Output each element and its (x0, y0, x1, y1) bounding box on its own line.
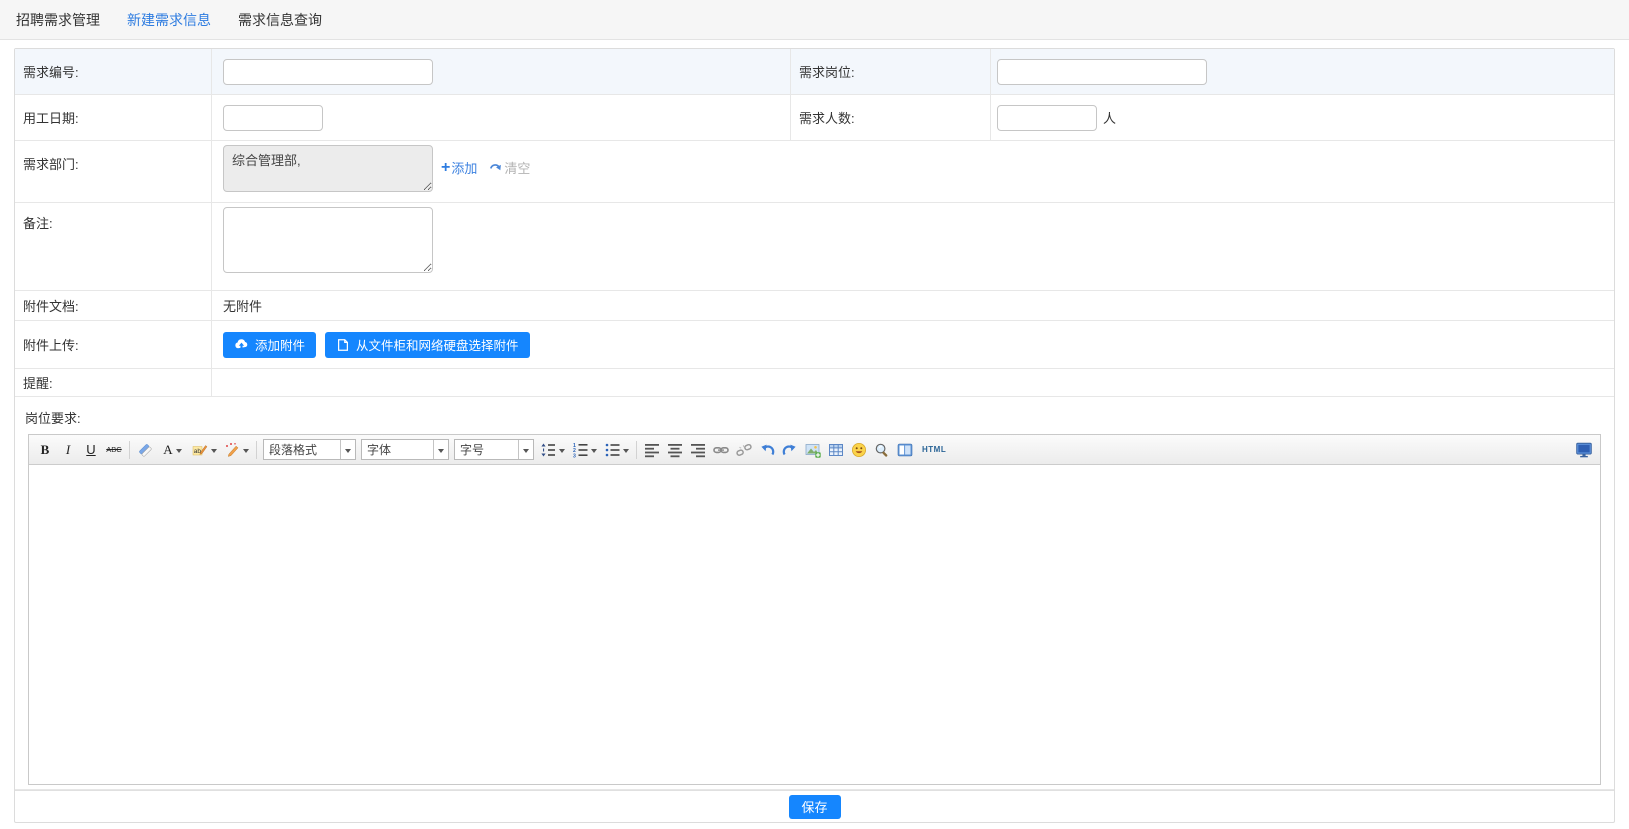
chevron-down-icon (433, 440, 448, 459)
undo-icon[interactable] (756, 439, 778, 461)
job-requirements-label: 岗位要求: (15, 397, 1614, 434)
clear-department-link[interactable]: 清空 (489, 158, 530, 177)
chevron-down-icon (559, 449, 565, 456)
remark-label: 备注: (15, 203, 211, 290)
attachment-docs-value: 无附件 (223, 296, 262, 315)
pick-attachment-button[interactable]: 从文件柜和网络硬盘选择附件 (325, 332, 530, 358)
department-textarea[interactable]: 综合管理部, (223, 145, 433, 192)
chevron-down-icon (340, 440, 355, 459)
job-requirements-section: 岗位要求: BIUABC Aab 段落格式 字体 字号 123 HTML (15, 397, 1614, 790)
chevron-down-icon (211, 449, 217, 456)
row-demand-no-post: 需求编号: 需求岗位: (15, 49, 1614, 95)
align-center-icon[interactable] (664, 439, 686, 461)
add-attachment-button[interactable]: 添加附件 (223, 332, 316, 358)
cloud-upload-icon (234, 337, 249, 352)
paragraph-format-select[interactable]: 段落格式 (263, 439, 356, 460)
toolbar-separator (256, 441, 257, 459)
reminder-value (211, 369, 1614, 396)
add-department-link[interactable]: + 添加 (441, 158, 477, 177)
toolbar-separator (636, 441, 637, 459)
font-size-select-value: 字号 (455, 441, 518, 458)
fullscreen-icon[interactable] (1573, 439, 1595, 461)
add-department-label: 添加 (451, 158, 477, 177)
headcount-input[interactable] (997, 105, 1097, 131)
tab-demand-info-query[interactable]: 需求信息查询 (238, 10, 322, 30)
line-height-icon[interactable] (537, 439, 568, 461)
file-cabinet-icon (336, 338, 350, 352)
unordered-list-icon[interactable] (601, 439, 632, 461)
chevron-down-icon (623, 449, 629, 456)
editor-content[interactable] (29, 465, 1600, 784)
add-attachment-label: 添加附件 (255, 335, 305, 354)
clear-arrow-icon (489, 161, 502, 174)
editor-toolbar: BIUABC Aab 段落格式 字体 字号 123 HTML (29, 435, 1600, 465)
plus-icon: + (441, 160, 450, 176)
svg-text:3: 3 (573, 453, 576, 458)
paragraph-format-select-value: 段落格式 (264, 441, 340, 458)
form-panel: 需求编号: 需求岗位: 用工日期: 需求人数: 人 需求部门: 综合管理部, +… (14, 48, 1615, 823)
image-icon[interactable] (802, 439, 824, 461)
demand-no-label: 需求编号: (15, 49, 211, 94)
table-icon[interactable] (825, 439, 847, 461)
align-right-icon[interactable] (687, 439, 709, 461)
reminder-label: 提醒: (15, 369, 211, 396)
clear-department-label: 清空 (504, 158, 530, 177)
tab-recruit-demand-management[interactable]: 招聘需求管理 (16, 10, 100, 30)
row-department: 需求部门: 综合管理部, + 添加 清空 (15, 141, 1614, 203)
chevron-down-icon (176, 449, 182, 456)
emoticon-icon[interactable] (848, 439, 870, 461)
link-icon[interactable] (710, 439, 732, 461)
backcolor-icon[interactable]: ab (189, 439, 220, 461)
layout-icon[interactable] (894, 439, 916, 461)
chevron-down-icon (518, 440, 533, 459)
save-button[interactable]: 保存 (789, 795, 841, 819)
headcount-label: 需求人数: (790, 95, 990, 140)
pick-attachment-label: 从文件柜和网络硬盘选择附件 (356, 335, 519, 354)
strikethrough-icon[interactable]: ABC (103, 439, 125, 461)
remark-textarea[interactable] (223, 207, 433, 273)
font-family-select[interactable]: 字体 (361, 439, 449, 460)
demand-no-input[interactable] (223, 59, 433, 85)
font-size-select[interactable]: 字号 (454, 439, 534, 460)
italic-icon[interactable]: I (57, 439, 79, 461)
bold-icon[interactable]: B (34, 439, 56, 461)
toolbar-separator (129, 441, 130, 459)
headcount-unit: 人 (1103, 108, 1116, 127)
save-bar: 保存 (15, 790, 1614, 822)
remove-format-icon[interactable] (134, 439, 156, 461)
align-left-icon[interactable] (641, 439, 663, 461)
underline-icon[interactable]: U (80, 439, 102, 461)
font-family-select-value: 字体 (362, 441, 433, 458)
attachment-upload-label: 附件上传: (15, 321, 211, 368)
tab-bar: 招聘需求管理 新建需求信息 需求信息查询 (0, 0, 1629, 40)
html-source-button[interactable]: HTML (917, 439, 951, 461)
rich-text-editor: BIUABC Aab 段落格式 字体 字号 123 HTML (28, 434, 1601, 785)
chevron-down-icon (243, 449, 249, 456)
demand-post-input[interactable] (997, 59, 1207, 85)
row-attachment-docs: 附件文档: 无附件 (15, 291, 1614, 321)
department-label: 需求部门: (15, 141, 211, 202)
row-date-headcount: 用工日期: 需求人数: 人 (15, 95, 1614, 141)
work-date-input[interactable] (223, 105, 323, 131)
attachment-docs-label: 附件文档: (15, 291, 211, 320)
tab-new-demand-info[interactable]: 新建需求信息 (127, 10, 211, 30)
ordered-list-icon[interactable]: 123 (569, 439, 600, 461)
html-source-label: HTML (922, 445, 946, 454)
row-reminder: 提醒: (15, 369, 1614, 397)
row-remark: 备注: (15, 203, 1614, 291)
work-date-label: 用工日期: (15, 95, 211, 140)
preview-icon[interactable] (871, 439, 893, 461)
redo-icon[interactable] (779, 439, 801, 461)
unlink-icon[interactable] (733, 439, 755, 461)
format-brush-icon[interactable] (221, 439, 252, 461)
chevron-down-icon (591, 449, 597, 456)
row-attachment-upload: 附件上传: 添加附件 从文件柜和网络硬盘选择附件 (15, 321, 1614, 369)
forecolor-icon[interactable]: A (157, 439, 188, 461)
demand-post-label: 需求岗位: (790, 49, 990, 94)
